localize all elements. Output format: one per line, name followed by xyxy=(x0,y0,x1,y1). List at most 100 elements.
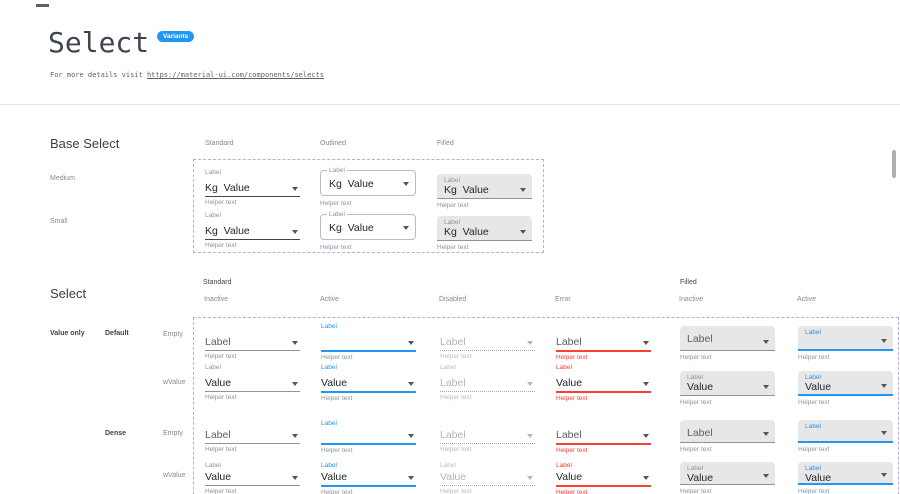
select-field-filled[interactable]: LabelValue Helper text xyxy=(680,462,775,494)
outlined-box: LabelKg Value xyxy=(320,170,416,196)
state-header: Inactive xyxy=(679,296,703,303)
row-group-label: Value only xyxy=(50,330,85,337)
dropdown-arrow-icon xyxy=(408,434,414,438)
design-sheet: Select Variants For more details visit h… xyxy=(0,0,900,494)
dropdown-arrow-icon xyxy=(408,382,414,386)
field-floating-label: Label xyxy=(205,168,300,177)
field-value: Value xyxy=(805,473,886,484)
filled-box: LabelValue xyxy=(680,371,775,396)
select-field-standard[interactable]: Label Helper text xyxy=(556,322,651,362)
field-value-row: Label xyxy=(440,428,535,443)
size-group-label: Default xyxy=(105,330,129,337)
field-value: Label xyxy=(687,423,768,439)
field-value-row: Value xyxy=(205,470,300,485)
select-field-standard[interactable]: LabelValueHelper text xyxy=(205,461,300,494)
select-field-outlined[interactable]: LabelKg ValueHelper text xyxy=(320,170,416,208)
state-header: Active xyxy=(320,296,339,303)
dropdown-arrow-icon xyxy=(292,230,298,234)
select-field-standard[interactable]: LabelKg ValueHelper text xyxy=(205,211,300,250)
field-value: Label xyxy=(205,337,231,348)
select-field-standard[interactable]: Label Helper text xyxy=(440,419,535,454)
select-field-filled[interactable]: LabelKg ValueHelper text xyxy=(437,216,532,252)
field-floating-label: Label xyxy=(321,419,416,428)
select-field-standard[interactable]: LabelValueHelper text xyxy=(205,363,300,402)
field-floating-label: Label xyxy=(440,461,535,470)
helper-text: Helper text xyxy=(437,202,532,210)
size-group-label: Dense xyxy=(105,430,126,437)
field-floating-label: Label xyxy=(440,363,535,372)
select-field-standard[interactable]: LabelKg ValueHelper text xyxy=(205,168,300,207)
field-value: Label xyxy=(440,337,466,348)
select-field-filled[interactable]: Label Helper text xyxy=(798,420,893,454)
select-field-standard[interactable]: LabelValueHelper text xyxy=(440,461,535,494)
select-field-standard[interactable]: LabelHelper text xyxy=(556,419,651,455)
select-field-filled[interactable]: LabelHelper text xyxy=(798,326,893,362)
helper-text: Helper text xyxy=(556,354,651,362)
field-notch-label: Label xyxy=(327,167,347,175)
field-floating-label: Label xyxy=(321,461,416,470)
select-field-filled[interactable]: LabelValueHelper text xyxy=(798,462,893,494)
field-value-row: Kg Value xyxy=(205,220,300,239)
field-value-row: Value xyxy=(321,470,416,485)
field-underline xyxy=(205,196,300,197)
matrix-row-label: wValue xyxy=(163,379,185,386)
base-select-heading: Base Select xyxy=(50,136,119,151)
select-field-standard[interactable]: LabelHelper text xyxy=(321,419,416,455)
helper-text: Helper text xyxy=(205,394,300,402)
field-value-row xyxy=(321,428,416,443)
details-link[interactable]: https://material-ui.com/components/selec… xyxy=(147,71,324,79)
select-field-standard[interactable]: LabelValue Helper text xyxy=(321,461,416,494)
dropdown-arrow-icon xyxy=(292,382,298,386)
select-field-standard[interactable]: LabelValueHelper text xyxy=(321,363,416,403)
select-field-standard[interactable]: LabelValueHelper text xyxy=(556,461,651,494)
select-field-filled[interactable]: LabelKg ValueHelper text xyxy=(437,174,532,210)
field-underline xyxy=(321,391,416,393)
dropdown-arrow-icon xyxy=(881,384,887,388)
details-text: For more details visit xyxy=(50,71,147,79)
field-floating-label xyxy=(205,419,300,428)
field-value: Kg Value xyxy=(205,226,250,237)
dropdown-arrow-icon xyxy=(643,476,649,480)
select-field-standard[interactable]: LabelValueHelper text xyxy=(556,363,651,403)
select-field-filled[interactable]: LabelHelper text xyxy=(680,420,775,454)
field-value-row: Label xyxy=(440,331,535,350)
helper-text: Helper text xyxy=(440,446,535,454)
base-column-header: Filled xyxy=(437,140,454,147)
field-underline xyxy=(556,350,651,352)
field-underline xyxy=(205,239,300,240)
helper-text: Helper text xyxy=(680,488,775,494)
filled-box: Label xyxy=(798,420,893,443)
filled-box: LabelValue xyxy=(680,462,775,485)
field-value-row: Label xyxy=(440,372,535,391)
helper-text: Helper text xyxy=(321,489,416,494)
helper-text: Helper text xyxy=(680,354,775,362)
select-field-standard[interactable]: LabelHelper text xyxy=(205,322,300,361)
variants-badge: Variants xyxy=(157,31,194,42)
field-value: Label xyxy=(440,378,466,389)
filled-box: LabelValue xyxy=(798,462,893,485)
dropdown-arrow-icon xyxy=(292,341,298,345)
helper-text: Helper text xyxy=(798,446,893,454)
select-field-filled[interactable]: LabelHelper text xyxy=(680,326,775,362)
select-field-standard[interactable]: LabelHelper text xyxy=(440,322,535,361)
field-value: Label xyxy=(556,337,582,348)
field-value-row: Value xyxy=(321,372,416,391)
select-field-filled[interactable]: LabelValueHelper text xyxy=(798,371,893,407)
field-floating-label: Label xyxy=(556,461,651,470)
select-field-filled[interactable]: LabelValueHelper text xyxy=(680,371,775,407)
select-field-outlined[interactable]: LabelKg ValueHelper text xyxy=(320,214,416,252)
field-value: Value xyxy=(321,378,347,389)
field-value-row xyxy=(321,331,416,350)
select-field-standard[interactable]: Label Helper text xyxy=(205,419,300,454)
select-field-standard[interactable]: LabelHelper text xyxy=(321,322,416,362)
dropdown-arrow-icon xyxy=(527,434,533,438)
helper-text: Helper text xyxy=(205,446,300,454)
helper-text: Helper text xyxy=(321,395,416,403)
scrollbar-thumb[interactable] xyxy=(892,150,896,178)
select-field-standard[interactable]: LabelLabelHelper text xyxy=(440,363,535,402)
dropdown-arrow-icon xyxy=(881,473,887,477)
filled-box: LabelValue xyxy=(798,371,893,396)
field-underline xyxy=(440,391,535,392)
field-value: Label xyxy=(205,430,231,441)
helper-text: Helper text xyxy=(320,244,416,252)
